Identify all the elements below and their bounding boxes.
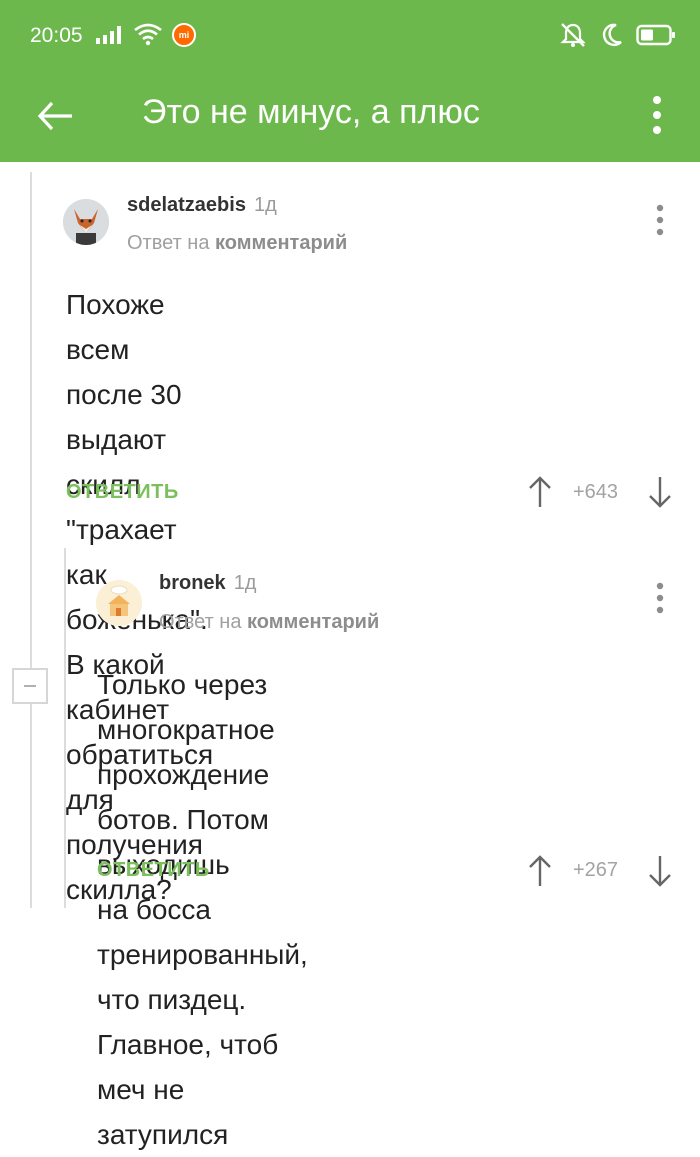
arrow-down-icon[interactable] [647, 475, 673, 509]
comment-age: 1д [253, 194, 277, 216]
username-text[interactable]: sdelatzaebis [127, 194, 246, 216]
reply-button[interactable]: ОТВЕТИТЬ [97, 859, 210, 882]
mi-app-icon: mi [172, 23, 196, 47]
username[interactable]: sdelatzaebis 1д [127, 194, 277, 217]
username-text[interactable]: bronek [159, 572, 226, 594]
collapse-thread-button[interactable] [12, 668, 48, 704]
comment-line: Главное, чтоб меч не затупился [97, 1029, 279, 1150]
username[interactable]: bronek 1д [159, 572, 256, 595]
status-time: 20:05 [30, 24, 83, 47]
mute-vibrate-icon [560, 23, 586, 47]
thread-line-root [30, 172, 32, 908]
back-arrow-icon[interactable] [34, 94, 78, 138]
fox-avatar-image [63, 199, 109, 245]
reply-to: Ответ на комментарий [127, 232, 347, 255]
comment-age: 1д [233, 572, 257, 594]
more-vert-icon[interactable] [650, 200, 670, 240]
vote-score: +643 [573, 481, 619, 503]
reply-to-prefix: Ответ на [159, 611, 242, 633]
moon-icon [602, 23, 622, 46]
status-bar: 20:05 mi [0, 0, 700, 70]
comment-line: на босса тренированный, что пиздец. [97, 894, 308, 1015]
reply-to: Ответ на комментарий [159, 611, 379, 634]
comment-body: Только через многократное прохождение бо… [97, 662, 308, 1157]
more-vert-icon[interactable] [650, 578, 670, 618]
avatar [96, 580, 142, 626]
house-avatar-image [96, 580, 142, 626]
comment-line: Только через многократное [97, 669, 275, 745]
arrow-up-icon[interactable] [527, 854, 553, 888]
signal-icon [96, 26, 121, 44]
vote-score: +267 [573, 859, 619, 881]
arrow-down-icon[interactable] [647, 854, 673, 888]
battery-icon [636, 24, 675, 46]
reply-to-prefix: Ответ на [127, 232, 210, 254]
avatar [63, 199, 109, 245]
more-vert-icon[interactable] [642, 90, 672, 140]
app-bar: Это не минус, а плюс [0, 70, 700, 162]
reply-button[interactable]: ОТВЕТИТЬ [66, 481, 179, 504]
page-title: Это не минус, а плюс [142, 93, 480, 131]
reply-to-link[interactable]: комментарий [215, 232, 347, 254]
comment-line: Похоже всем после 30 выдают скилл [66, 289, 182, 500]
arrow-up-icon[interactable] [527, 475, 553, 509]
wifi-icon [134, 23, 162, 46]
reply-to-link[interactable]: комментарий [247, 611, 379, 633]
